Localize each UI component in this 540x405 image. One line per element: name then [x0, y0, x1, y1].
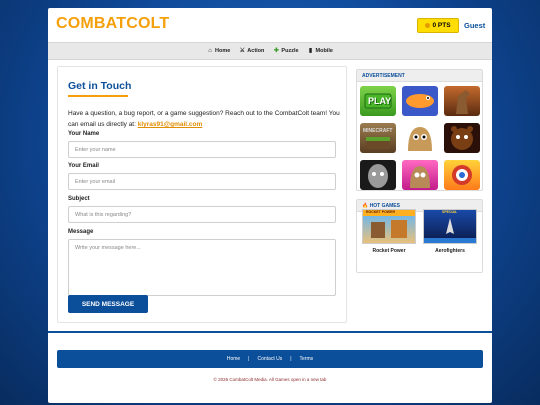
- message-field[interactable]: [68, 239, 336, 296]
- subway-icon: [452, 165, 472, 185]
- hot-game-name[interactable]: Aerofighters: [423, 248, 477, 254]
- nav-item-mobile[interactable]: ▮ Mobile: [308, 48, 333, 54]
- aerofighters-art: [424, 218, 476, 243]
- horse-icon: [456, 90, 470, 114]
- rocket-power-art: [363, 210, 415, 238]
- email-link[interactable]: klyras91@gmail.com: [138, 121, 203, 128]
- nav-item-label: Action: [247, 48, 265, 54]
- nav-item-home[interactable]: ⌂ Home: [207, 48, 230, 54]
- hot-game-aerofighters[interactable]: SPECIAL: [423, 209, 477, 244]
- footer-link-home[interactable]: Home: [227, 356, 240, 362]
- page-title: Get in Touch: [68, 80, 132, 92]
- snake-game-tile[interactable]: [402, 86, 438, 116]
- email-field[interactable]: [68, 173, 336, 190]
- message-label: Message: [68, 229, 94, 235]
- subway-game-tile[interactable]: [444, 160, 480, 190]
- footer-divider: [48, 331, 492, 333]
- granny-icon: [368, 164, 388, 188]
- footer-separator: |: [248, 356, 250, 362]
- pou-icon: [408, 127, 432, 151]
- minecraft-tile-label: MINECRAFT: [363, 128, 393, 134]
- advertisement-title: ADVERTISEMENT: [357, 70, 482, 82]
- freddy-icon: [451, 126, 473, 150]
- points-label: 0 PTS: [432, 22, 451, 29]
- page-container: COMBATCOLT 0 PTS Guest ⌂ Home ⚔ Action ✚ Pu…: [48, 8, 492, 403]
- title-underline: [68, 95, 128, 97]
- site-logo[interactable]: COMBATCOLT: [56, 15, 169, 33]
- hot-game-name[interactable]: Rocket Power: [362, 248, 416, 254]
- hot-game-rocket-power[interactable]: ROCKET POWER: [362, 209, 416, 244]
- nav-item-action[interactable]: ⚔ Action: [239, 48, 265, 54]
- pou-pink-icon: [410, 166, 430, 188]
- coin-icon: [425, 23, 431, 28]
- guest-link[interactable]: Guest: [464, 21, 485, 30]
- pou-game-tile[interactable]: [402, 123, 438, 153]
- ad-grid: PLAY MINECRAFT: [360, 86, 481, 190]
- horse-game-tile[interactable]: [444, 86, 480, 116]
- hot-games-panel: 🔥 HOT GAMES ROCKET POWER Rocket Power SP…: [356, 199, 483, 273]
- main-nav: ⌂ Home ⚔ Action ✚ Puzzle ▮ Mobile: [48, 42, 492, 60]
- footer-link-contact[interactable]: Contact Us: [257, 356, 282, 362]
- mobile-icon: ▮: [308, 48, 313, 54]
- minecraft-game-tile[interactable]: MINECRAFT: [360, 123, 396, 153]
- freddy-game-tile[interactable]: [444, 123, 480, 153]
- footer-separator: |: [290, 356, 292, 362]
- intro-body: Have a question, a bug report, or a game…: [68, 110, 340, 128]
- snake-icon: [406, 94, 434, 108]
- play-tile-label: PLAY: [368, 96, 392, 106]
- nav-item-puzzle[interactable]: ✚ Puzzle: [273, 48, 299, 54]
- footer-link-terms[interactable]: Terms: [300, 356, 314, 362]
- subject-field[interactable]: [68, 206, 336, 223]
- footer-links-bar: Home | Contact Us | Terms: [57, 350, 483, 368]
- home-icon: ⌂: [208, 48, 212, 54]
- granny-game-tile[interactable]: [360, 160, 396, 190]
- send-message-button[interactable]: SEND MESSAGE: [68, 295, 148, 313]
- nav-item-label: Puzzle: [281, 48, 299, 54]
- copyright-text: © 2026 CombatColt Media. All Games open …: [213, 377, 327, 382]
- swords-icon: ⚔: [239, 48, 245, 54]
- play-game-tile[interactable]: PLAY: [360, 86, 396, 116]
- name-label: Your Name: [68, 131, 100, 137]
- rocket-power-banner: ROCKET POWER: [366, 210, 395, 214]
- puzzle-icon: ✚: [273, 48, 279, 54]
- nav-item-label: Home: [215, 48, 231, 54]
- pou-pink-game-tile[interactable]: [402, 160, 438, 190]
- subject-label: Subject: [68, 196, 90, 202]
- email-label: Your Email: [68, 163, 99, 169]
- intro-text: Have a question, a bug report, or a game…: [68, 108, 342, 130]
- advertisement-panel: ADVERTISEMENT PLAY MINECRAFT: [356, 69, 483, 191]
- points-badge[interactable]: 0 PTS: [417, 18, 459, 33]
- nav-item-label: Mobile: [315, 48, 333, 54]
- aerofighters-banner: SPECIAL: [442, 210, 458, 214]
- name-field[interactable]: [68, 141, 336, 158]
- contact-panel: Get in Touch Have a question, a bug repo…: [57, 66, 347, 323]
- header: COMBATCOLT 0 PTS Guest: [48, 8, 492, 42]
